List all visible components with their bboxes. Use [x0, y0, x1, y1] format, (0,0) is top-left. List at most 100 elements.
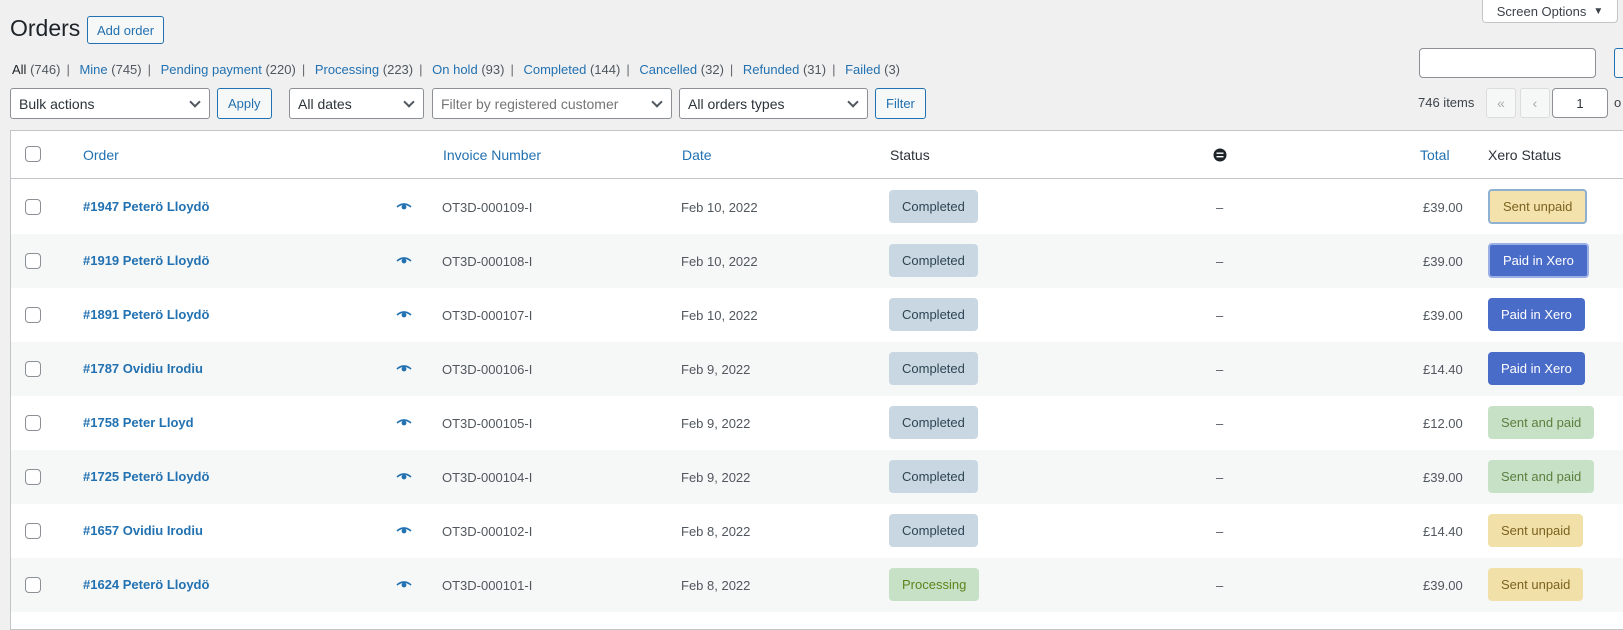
eye-icon[interactable] — [396, 364, 412, 374]
order-link[interactable]: #1787 Ovidiu Irodiu — [83, 361, 203, 376]
invoice-number: OT3D-000106-I — [442, 362, 533, 377]
apply-button[interactable]: Apply — [217, 88, 272, 119]
orders-table: Order Invoice Number Date Status Total X… — [10, 130, 1623, 630]
table-row[interactable]: #1758 Peter Lloyd OT3D-000105-I Feb 9, 2… — [11, 396, 1623, 450]
search-orders-input[interactable] — [1419, 48, 1596, 78]
screen-options-label: Screen Options — [1496, 3, 1587, 19]
order-date: Feb 10, 2022 — [681, 200, 758, 215]
filter-button[interactable]: Filter — [875, 88, 926, 119]
order-link[interactable]: #1624 Peterö Lloydö — [83, 577, 209, 592]
column-total[interactable]: Total — [1420, 147, 1450, 163]
dates-value: All dates — [298, 95, 352, 112]
xero-status-button[interactable]: Paid in Xero — [1488, 243, 1589, 278]
view-all[interactable]: All (746) — [12, 62, 60, 77]
order-date: Feb 9, 2022 — [681, 362, 751, 377]
view-completed[interactable]: Completed (144) — [523, 62, 620, 77]
invoice-number: OT3D-000107-I — [442, 308, 533, 323]
view-processing[interactable]: Processing (223) — [315, 62, 413, 77]
order-total: £39.00 — [1423, 308, 1463, 323]
add-order-button[interactable]: Add order — [87, 16, 165, 44]
order-total: £39.00 — [1423, 200, 1463, 215]
table-row[interactable]: #1919 Peterö Lloydö OT3D-000108-I Feb 10… — [11, 234, 1623, 288]
invoice-number: OT3D-000109-I — [442, 200, 533, 215]
status-badge: Completed — [889, 352, 978, 385]
bulk-actions-value: Bulk actions — [19, 95, 95, 112]
view-cancelled[interactable]: Cancelled (32) — [639, 62, 724, 77]
eye-icon[interactable] — [396, 526, 412, 536]
chevron-down-icon — [189, 96, 201, 108]
xero-status-button[interactable]: Sent unpaid — [1488, 514, 1584, 547]
xero-status-button[interactable]: Sent and paid — [1488, 460, 1595, 493]
table-row[interactable]: #1891 Peterö Lloydö OT3D-000107-I Feb 10… — [11, 288, 1623, 342]
row-checkbox[interactable] — [25, 469, 41, 485]
search-orders-button[interactable] — [1614, 48, 1623, 78]
eye-icon[interactable] — [396, 256, 412, 266]
status-badge: Completed — [889, 514, 978, 547]
column-invoice-number[interactable]: Invoice Number — [443, 147, 541, 163]
order-link[interactable]: #1725 Peterö Lloydö — [83, 469, 209, 484]
order-link[interactable]: #1891 Peterö Lloydö — [83, 307, 209, 322]
column-date[interactable]: Date — [682, 147, 712, 163]
bulk-actions-select[interactable]: Bulk actions — [10, 88, 210, 119]
note-dash: – — [1216, 308, 1224, 323]
row-checkbox[interactable] — [25, 307, 41, 323]
row-checkbox[interactable] — [25, 253, 41, 269]
view-refunded[interactable]: Refunded (31) — [743, 62, 826, 77]
table-row[interactable]: #1657 Ovidiu Irodiu OT3D-000102-I Feb 8,… — [11, 504, 1623, 558]
invoice-number: OT3D-000105-I — [442, 416, 533, 431]
order-total: £14.40 — [1423, 524, 1463, 539]
previous-page-button[interactable]: ‹ — [1520, 88, 1550, 118]
row-checkbox[interactable] — [25, 199, 41, 215]
screen-options-button[interactable]: Screen Options ▼ — [1482, 0, 1618, 23]
first-page-button[interactable]: « — [1486, 88, 1516, 118]
table-row[interactable]: #1787 Ovidiu Irodiu OT3D-000106-I Feb 9,… — [11, 342, 1623, 396]
status-badge: Completed — [889, 298, 978, 331]
eye-icon[interactable] — [396, 472, 412, 482]
note-dash: – — [1216, 578, 1224, 593]
select-all-checkbox[interactable] — [25, 146, 41, 162]
dates-select[interactable]: All dates — [289, 88, 424, 119]
row-checkbox[interactable] — [25, 577, 41, 593]
order-types-select[interactable]: All orders types — [679, 88, 868, 119]
order-status-views: All (746) | Mine (745) | Pending payment (… — [12, 62, 901, 77]
customer-filter-select[interactable]: Filter by registered customer — [432, 88, 672, 119]
order-link[interactable]: #1758 Peter Lloyd — [83, 415, 194, 430]
table-row[interactable]: #1624 Peterö Lloydö OT3D-000101-I Feb 8,… — [11, 558, 1623, 612]
view-on-hold[interactable]: On hold (93) — [432, 62, 504, 77]
table-row[interactable]: #1947 Peterö Lloydö OT3D-000109-I Feb 10… — [11, 180, 1623, 234]
xero-status-button[interactable]: Paid in Xero — [1488, 298, 1585, 331]
column-xero-status: Xero Status — [1488, 147, 1562, 163]
order-date: Feb 8, 2022 — [681, 578, 751, 593]
caret-down-icon: ▼ — [1593, 5, 1604, 17]
xero-status-button[interactable]: Sent unpaid — [1488, 568, 1584, 601]
view-failed[interactable]: Failed (3) — [845, 62, 900, 77]
status-badge: Completed — [889, 244, 978, 277]
order-link[interactable]: #1657 Ovidiu Irodiu — [83, 523, 203, 538]
note-dash: – — [1216, 524, 1224, 539]
view-mine[interactable]: Mine (745) — [79, 62, 141, 77]
row-checkbox[interactable] — [25, 361, 41, 377]
page-title: Orders — [10, 15, 81, 41]
current-page-input[interactable]: 1 — [1552, 88, 1608, 118]
row-checkbox[interactable] — [25, 523, 41, 539]
order-link[interactable]: #1919 Peterö Lloydö — [83, 253, 209, 268]
status-badge: Completed — [889, 406, 978, 439]
xero-status-button[interactable]: Sent and paid — [1488, 406, 1595, 439]
invoice-number: OT3D-000108-I — [442, 254, 533, 269]
invoice-number: OT3D-000104-I — [442, 470, 533, 485]
invoice-number: OT3D-000102-I — [442, 524, 533, 539]
eye-icon[interactable] — [396, 202, 412, 212]
note-dash: – — [1216, 416, 1224, 431]
eye-icon[interactable] — [396, 310, 412, 320]
order-date: Feb 8, 2022 — [681, 524, 751, 539]
eye-icon[interactable] — [396, 418, 412, 428]
column-order[interactable]: Order — [83, 147, 119, 163]
eye-icon[interactable] — [396, 580, 412, 590]
table-row[interactable]: #1725 Peterö Lloydö OT3D-000104-I Feb 9,… — [11, 450, 1623, 504]
row-checkbox[interactable] — [25, 415, 41, 431]
order-link[interactable]: #1947 Peterö Lloydö — [83, 199, 209, 214]
note-dash: – — [1216, 254, 1224, 269]
xero-status-button[interactable]: Sent unpaid — [1488, 189, 1588, 224]
view-pending-payment[interactable]: Pending payment (220) — [161, 62, 296, 77]
xero-status-button[interactable]: Paid in Xero — [1488, 352, 1585, 385]
